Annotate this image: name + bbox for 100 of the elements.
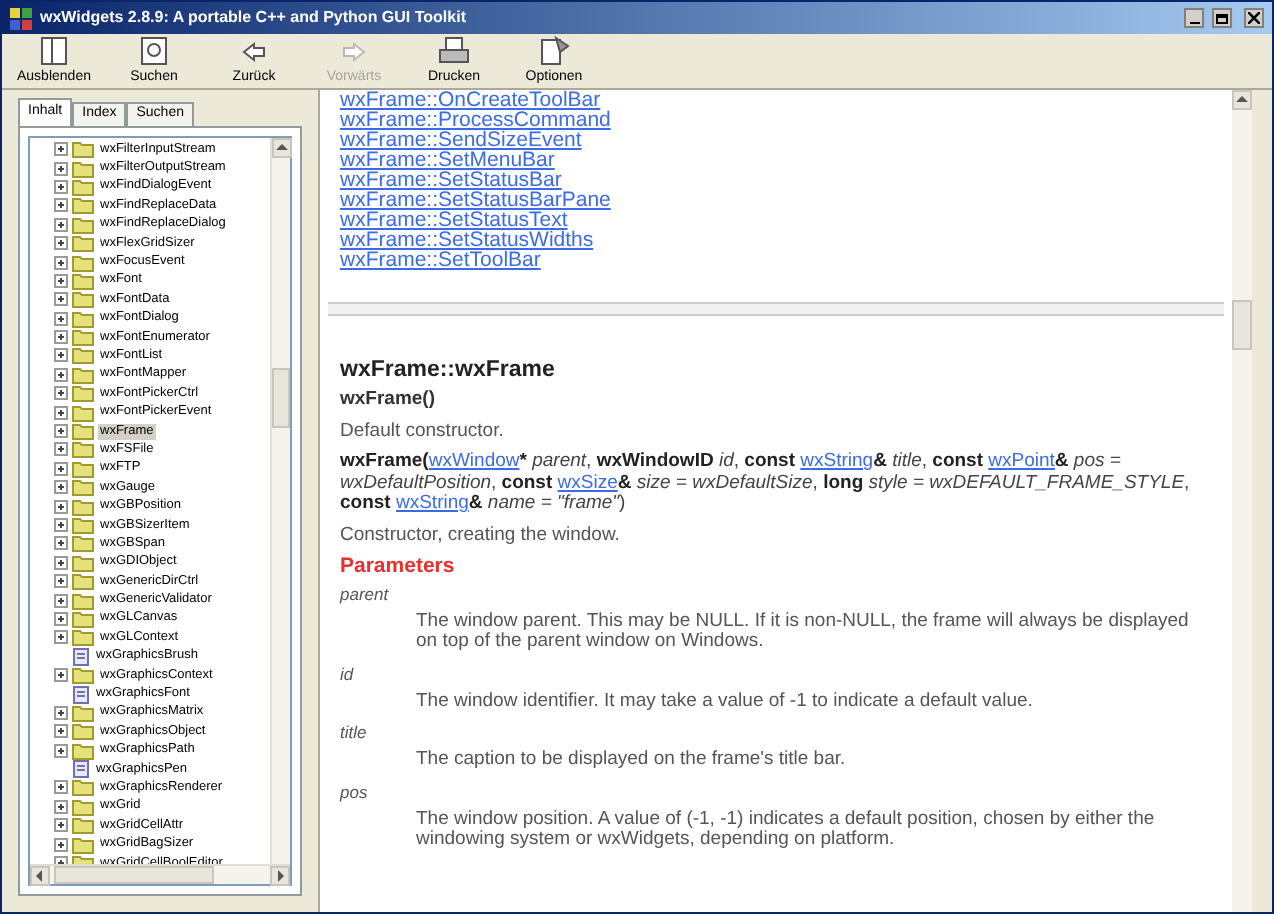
expand-icon[interactable] bbox=[54, 142, 68, 157]
expand-icon[interactable] bbox=[54, 292, 68, 307]
description-text: Constructor, creating the window. bbox=[340, 523, 622, 547]
book-icon bbox=[72, 459, 94, 478]
expand-icon[interactable] bbox=[54, 705, 68, 720]
expand-icon[interactable] bbox=[54, 611, 68, 626]
link[interactable]: wxFrame::SetStatusBarPane bbox=[340, 190, 611, 210]
type-link[interactable]: wxPoint bbox=[988, 450, 1055, 472]
expand-icon[interactable] bbox=[54, 743, 68, 758]
link[interactable]: wxFrame::SendSizeEvent bbox=[340, 130, 582, 150]
book-icon bbox=[72, 534, 94, 553]
link[interactable]: wxFrame::SetToolBar bbox=[340, 250, 541, 270]
type-link[interactable]: wxSize bbox=[557, 471, 618, 493]
scroll-arrow-button[interactable] bbox=[272, 138, 292, 158]
parameter-name: pos bbox=[340, 781, 370, 801]
expand-icon[interactable] bbox=[54, 442, 68, 457]
vertical-scrollbar[interactable] bbox=[270, 138, 290, 864]
expand-icon[interactable] bbox=[54, 255, 68, 270]
book-icon bbox=[72, 384, 94, 403]
book-icon bbox=[72, 215, 94, 234]
horizontal-scrollbar[interactable] bbox=[30, 864, 290, 884]
link[interactable]: wxFrame::SetStatusBar bbox=[340, 170, 562, 190]
book-icon bbox=[72, 722, 94, 741]
link[interactable]: wxFrame::SetMenuBar bbox=[340, 150, 555, 170]
book-icon bbox=[72, 628, 94, 647]
expand-icon[interactable] bbox=[54, 311, 68, 326]
book-icon bbox=[72, 816, 94, 835]
book-icon bbox=[72, 365, 94, 384]
scrollbar-thumb[interactable] bbox=[54, 866, 214, 884]
expand-icon[interactable] bbox=[54, 236, 68, 251]
link[interactable]: wxFrame::SetStatusText bbox=[340, 210, 568, 230]
expand-icon[interactable] bbox=[54, 330, 68, 345]
app-icon bbox=[10, 7, 32, 29]
book-icon bbox=[72, 741, 94, 760]
expand-icon[interactable] bbox=[54, 161, 68, 176]
scroll-arrow-button[interactable] bbox=[1232, 90, 1252, 110]
close-icon bbox=[1248, 12, 1260, 24]
expand-icon[interactable] bbox=[54, 217, 68, 232]
page-icon bbox=[72, 760, 90, 779]
vertical-scrollbar[interactable] bbox=[1232, 90, 1252, 912]
section-heading: wxFrame::wxFrame bbox=[340, 356, 557, 384]
book-icon bbox=[72, 253, 94, 272]
triangle-icon bbox=[32, 868, 48, 884]
scrollbar-thumb[interactable] bbox=[1232, 300, 1252, 350]
expand-icon[interactable] bbox=[54, 799, 68, 814]
book-icon bbox=[72, 196, 94, 215]
expand-icon[interactable] bbox=[54, 518, 68, 532]
expand-icon[interactable] bbox=[54, 555, 68, 570]
expand-icon[interactable] bbox=[54, 461, 68, 476]
expand-icon[interactable] bbox=[54, 367, 68, 382]
expand-icon[interactable] bbox=[54, 405, 68, 420]
expand-icon[interactable] bbox=[54, 668, 68, 683]
book-icon bbox=[72, 703, 94, 722]
minimize-button[interactable] bbox=[1184, 8, 1204, 28]
type-link[interactable]: wxString bbox=[395, 492, 469, 514]
book-icon bbox=[72, 403, 94, 422]
scrollbar-thumb[interactable] bbox=[272, 368, 290, 428]
expand-icon[interactable] bbox=[54, 780, 68, 795]
scroll-arrow-button[interactable] bbox=[30, 866, 50, 886]
book-icon bbox=[72, 516, 94, 534]
parameter-description: The caption to be displayed on the frame's title bar. bbox=[414, 750, 848, 771]
expand-icon[interactable] bbox=[54, 179, 68, 194]
book-icon bbox=[72, 346, 94, 365]
parameter-description: The window position. A value of (-1, -1) indicates a default position, chosen by either the windowing system or wxWidgets, depending on platform. bbox=[414, 809, 1157, 851]
parameters-heading: Parameters bbox=[340, 553, 457, 579]
triangle-icon bbox=[274, 140, 290, 156]
book-icon bbox=[72, 609, 94, 628]
maximize-button[interactable] bbox=[1212, 8, 1232, 28]
type-link[interactable]: wxString bbox=[800, 450, 874, 472]
book-icon bbox=[72, 591, 94, 610]
book-icon bbox=[72, 666, 94, 685]
expand-icon[interactable] bbox=[54, 574, 68, 589]
expand-icon[interactable] bbox=[54, 273, 68, 288]
expand-icon[interactable] bbox=[54, 818, 68, 833]
link[interactable]: wxFrame::ProcessCommand bbox=[340, 110, 611, 130]
expand-icon[interactable] bbox=[54, 480, 68, 495]
link[interactable]: wxFrame::OnCreateToolBar bbox=[340, 90, 601, 110]
expand-icon[interactable] bbox=[54, 630, 68, 645]
expand-icon[interactable] bbox=[54, 198, 68, 213]
link[interactable]: wxFrame::SetStatusWidths bbox=[340, 230, 594, 250]
expand-icon[interactable] bbox=[54, 837, 68, 852]
expand-icon[interactable] bbox=[54, 348, 68, 363]
book-icon bbox=[72, 422, 94, 441]
document-icon bbox=[536, 34, 572, 68]
expand-icon[interactable] bbox=[54, 724, 68, 739]
scroll-arrow-button[interactable] bbox=[270, 866, 290, 886]
search-icon bbox=[136, 34, 172, 68]
description-text: Default constructor. bbox=[340, 420, 506, 444]
book-icon bbox=[72, 159, 94, 178]
close-button[interactable] bbox=[1244, 8, 1264, 28]
type-link[interactable]: wxWindow bbox=[428, 450, 520, 472]
expand-icon[interactable] bbox=[54, 499, 68, 514]
expand-icon[interactable] bbox=[54, 424, 68, 439]
expand-icon[interactable] bbox=[54, 536, 68, 551]
book-icon bbox=[72, 440, 94, 459]
expand-icon[interactable] bbox=[54, 386, 68, 401]
expand-icon[interactable] bbox=[54, 593, 68, 608]
parameter-name: id bbox=[340, 663, 356, 683]
printer-icon bbox=[436, 34, 472, 68]
page-icon bbox=[72, 685, 90, 704]
